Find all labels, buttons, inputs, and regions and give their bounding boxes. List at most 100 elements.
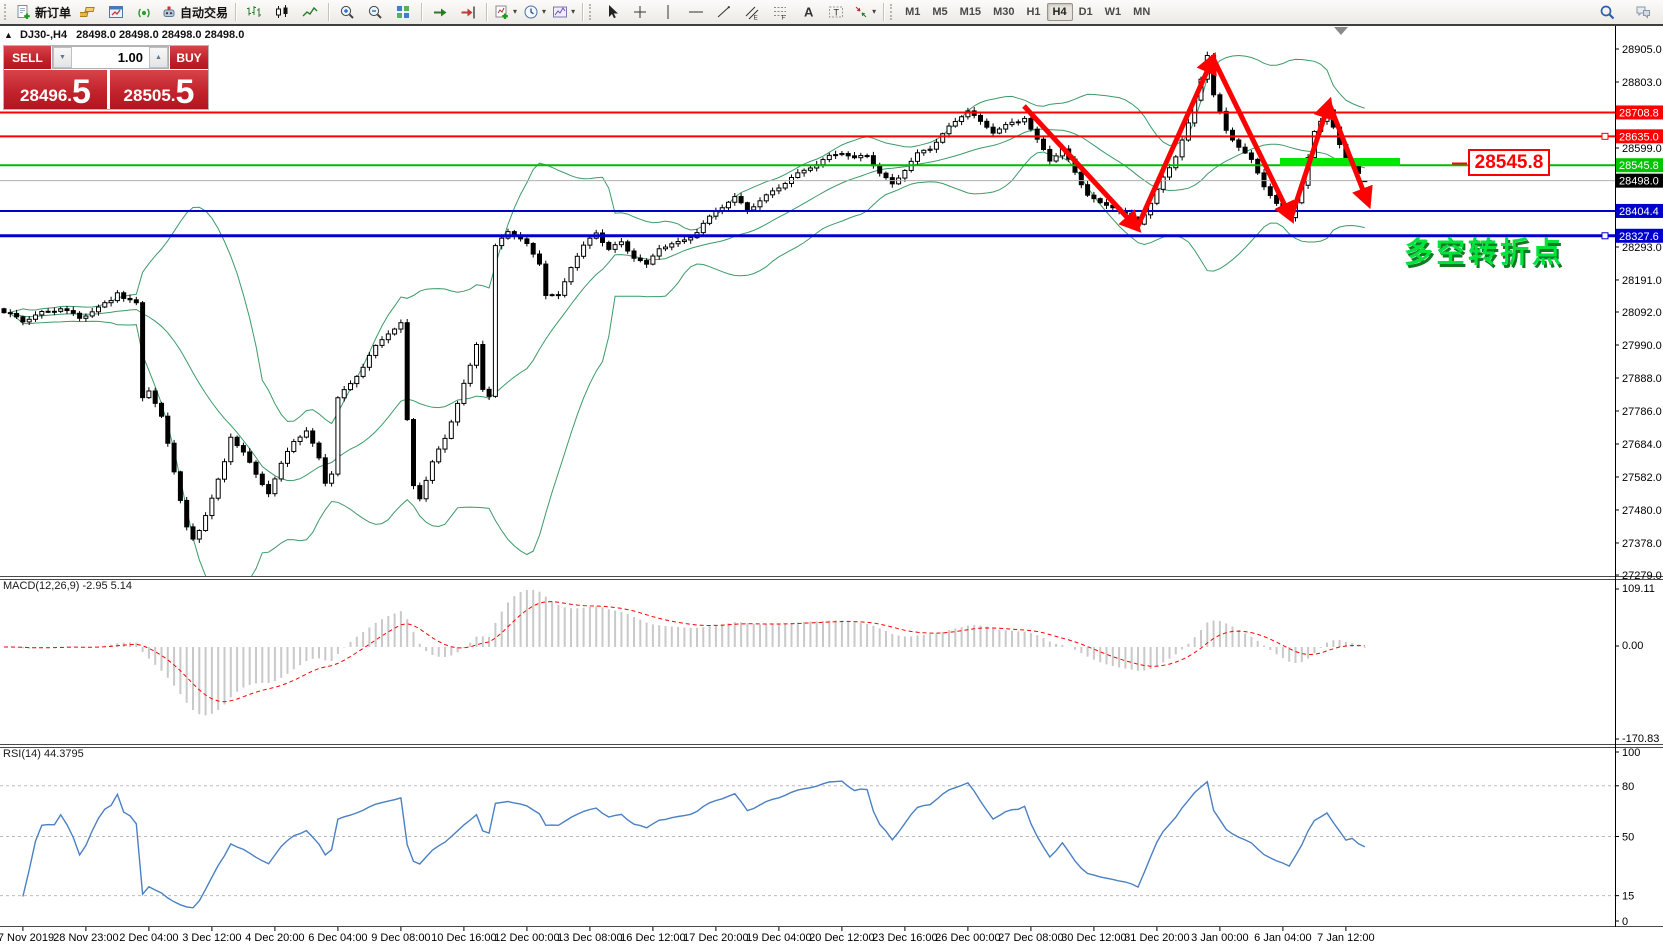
- arrows_tool-icon: [853, 4, 869, 20]
- equidistant-channel-tool-button[interactable]: E: [738, 1, 766, 23]
- horizontal-line-tool-button[interactable]: [682, 1, 710, 23]
- trend-line-tool-button[interactable]: [710, 1, 738, 23]
- panel-toggle-icon[interactable]: ▲: [4, 30, 13, 40]
- toolbar-separator: [235, 3, 236, 21]
- timeframe-button-h1[interactable]: H1: [1020, 3, 1046, 21]
- pic-icon: [552, 4, 568, 20]
- volume-spinner: ▼ ▲: [52, 46, 169, 69]
- time-axis-label: 16 Dec 12:00: [620, 932, 685, 944]
- macd-indicator: [4, 590, 1365, 715]
- fibonacci-tool-button[interactable]: F: [766, 1, 794, 23]
- line-handle[interactable]: [1602, 233, 1608, 239]
- zigzag-arrow[interactable]: [1329, 103, 1368, 203]
- periods-button[interactable]: ▾: [520, 1, 549, 23]
- text-label-tool-button[interactable]: T: [822, 1, 850, 23]
- timeframe-button-mn[interactable]: MN: [1127, 3, 1156, 21]
- chart-window-button[interactable]: [102, 1, 130, 23]
- zigzag-arrow[interactable]: [1213, 58, 1291, 218]
- sell-price[interactable]: 28496. 5: [4, 70, 107, 109]
- time-axis-label: 31 Dec 20:00: [1124, 932, 1189, 944]
- buy-price-big-digit: 5: [176, 78, 195, 106]
- time-axis-label: 3 Dec 12:00: [182, 932, 241, 944]
- toolbar-grip: [4, 4, 9, 20]
- rsi-indicator: [0, 781, 1615, 908]
- zoom-in-button[interactable]: [333, 1, 361, 23]
- signals-button[interactable]: [130, 1, 158, 23]
- svg-text:A: A: [804, 5, 814, 20]
- buy-price[interactable]: 28505. 5: [110, 70, 208, 109]
- zigzag-arrow[interactable]: [1137, 58, 1213, 228]
- crosshair-icon: [632, 4, 648, 20]
- tile-windows-button[interactable]: [389, 1, 417, 23]
- templates-button[interactable]: ▾: [549, 1, 578, 23]
- clock-icon: [523, 4, 539, 20]
- timeframe-button-m15[interactable]: M15: [954, 3, 987, 21]
- chart-shift-marker[interactable]: [1334, 27, 1348, 35]
- timeframe-button-m1[interactable]: M1: [899, 3, 926, 21]
- vertical-line-tool-button[interactable]: [654, 1, 682, 23]
- time-axis-label: 3 Jan 00:00: [1191, 932, 1249, 944]
- green-highlight-bar[interactable]: [1280, 158, 1400, 166]
- price-lines[interactable]: [0, 112, 1615, 238]
- shift-icon: [460, 4, 476, 20]
- price-axis-label: 28092.0: [1622, 307, 1662, 319]
- candlestick-mode-button[interactable]: [268, 1, 296, 23]
- time-axis-label: 27 Dec 08:00: [998, 932, 1063, 944]
- price-tag-annotation[interactable]: 28545.8: [1468, 149, 1550, 176]
- auto-trading-button[interactable]: 自动交易: [158, 1, 231, 23]
- text-tool-button[interactable]: A: [794, 1, 822, 23]
- price-axis-label: 27582.0: [1622, 472, 1662, 484]
- new-order-button[interactable]: 新订单: [13, 1, 74, 23]
- price-axis-label: 27990.0: [1622, 340, 1662, 352]
- rsi-axis-label: 15: [1622, 891, 1634, 903]
- indicators-list-button[interactable]: ▾: [491, 1, 520, 23]
- chart-annotations[interactable]: [1024, 27, 1467, 228]
- zigzag-arrow[interactable]: [1024, 106, 1137, 228]
- tile-icon: [395, 4, 411, 20]
- turning-point-annotation[interactable]: 多空转折点: [1404, 229, 1564, 271]
- crosshair-button[interactable]: [626, 1, 654, 23]
- macd-axis-label: 109.11: [1622, 583, 1655, 595]
- zoom-out-button[interactable]: [361, 1, 389, 23]
- buy-price-main: 28505.: [124, 86, 176, 106]
- timeframe-button-m30[interactable]: M30: [987, 3, 1020, 21]
- volume-increase-button[interactable]: ▲: [149, 47, 168, 68]
- svg-text:F: F: [782, 15, 786, 21]
- dropdown-caret-icon: ▾: [571, 8, 575, 16]
- price-axis-label: 28293.0: [1622, 242, 1662, 254]
- toolbar-separator: [883, 3, 884, 21]
- price-axis-label: 27888.0: [1622, 373, 1662, 385]
- time-scale[interactable]: 27 Nov 201928 Nov 23:002 Dec 04:003 Dec …: [0, 927, 1375, 944]
- toolbar-separator: [421, 3, 422, 21]
- timeframe-button-m5[interactable]: M5: [926, 3, 953, 21]
- panel-frame: [0, 25, 1663, 927]
- chart-shift-button[interactable]: [454, 1, 482, 23]
- market-watch-button[interactable]: [74, 1, 102, 23]
- buy-button[interactable]: BUY: [170, 46, 208, 69]
- svg-text:28498.0: 28498.0: [1619, 176, 1659, 188]
- line-chart-mode-button[interactable]: [296, 1, 324, 23]
- timeframe-button-w1[interactable]: W1: [1099, 3, 1128, 21]
- time-axis-label: 19 Dec 04:00: [746, 932, 811, 944]
- svg-text:T: T: [834, 8, 840, 18]
- auto-scroll-button[interactable]: [426, 1, 454, 23]
- volume-input[interactable]: [72, 47, 149, 68]
- timeframe-button-h4[interactable]: H4: [1047, 3, 1073, 21]
- price-axis-label: 28803.0: [1622, 77, 1662, 89]
- timeframe-button-d1[interactable]: D1: [1073, 3, 1099, 21]
- search-icon: [1599, 4, 1615, 20]
- svg-text:28545.8: 28545.8: [1619, 160, 1659, 172]
- svg-text:28708.8: 28708.8: [1619, 107, 1659, 119]
- price-axis-label: 28191.0: [1622, 275, 1662, 287]
- price-scale[interactable]: 28905.028803.028701.028599.028497.028395…: [1615, 44, 1663, 928]
- sell-button[interactable]: SELL: [4, 46, 51, 69]
- toolbar-grip: [890, 4, 895, 20]
- bar-chart-mode-button[interactable]: [240, 1, 268, 23]
- chat-button[interactable]: [1629, 1, 1657, 23]
- search-button[interactable]: [1593, 1, 1621, 23]
- line-handle[interactable]: [1602, 133, 1608, 139]
- arrows-tool-button[interactable]: ▾: [850, 1, 879, 23]
- toolbar-right: [1593, 1, 1657, 23]
- cursor-button[interactable]: [598, 1, 626, 23]
- volume-decrease-button[interactable]: ▼: [53, 47, 72, 68]
